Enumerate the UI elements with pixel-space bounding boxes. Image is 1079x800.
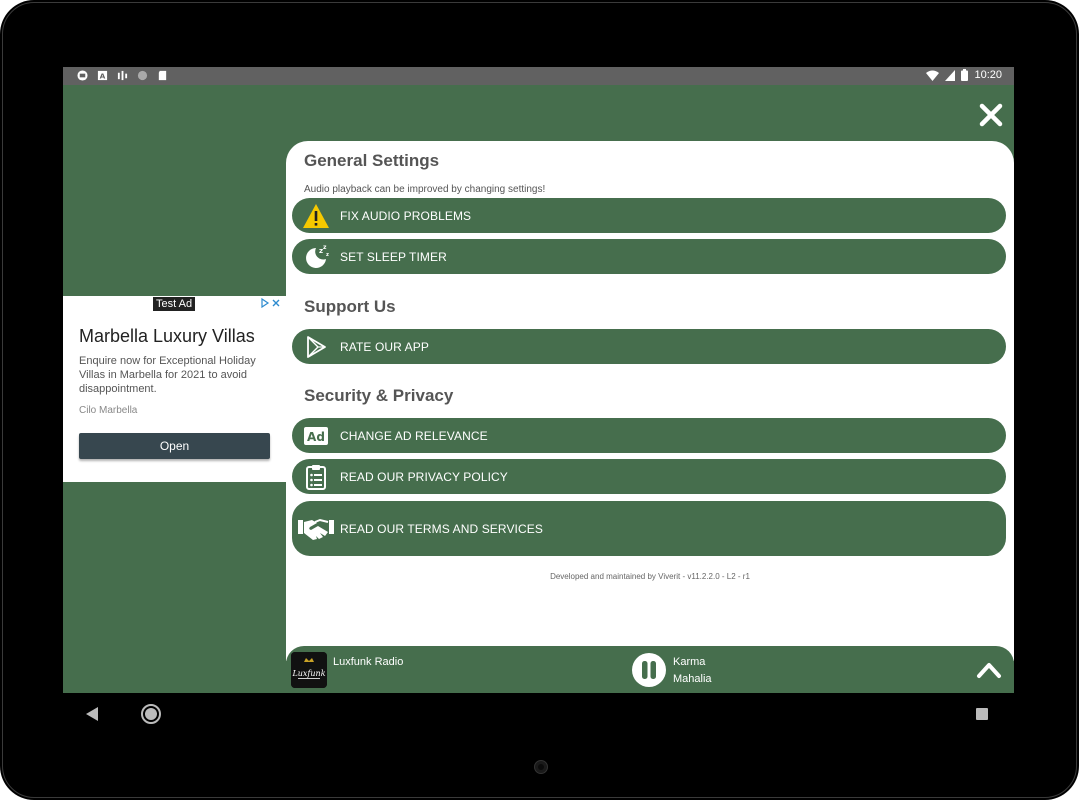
ad-advertiser: Cilo Marbella [79, 405, 138, 416]
test-ad-badge: Test Ad [153, 297, 196, 311]
sleep-timer-button[interactable]: zzz SET SLEEP TIMER [292, 239, 1006, 274]
station-logo[interactable]: Luxfunk [291, 652, 327, 688]
tablet-device: A 10:20 Test Ad Marbella Luxury Villas E… [0, 0, 1079, 800]
recent-apps-icon[interactable] [975, 707, 989, 721]
clipboard-list-icon [302, 463, 330, 491]
app-screen: A 10:20 Test Ad Marbella Luxury Villas E… [63, 67, 1014, 735]
warning-icon [302, 202, 330, 230]
fix-audio-label: FIX AUDIO PROBLEMS [340, 208, 472, 223]
app-icon [77, 70, 88, 81]
ad-choices-icon[interactable] [261, 298, 281, 308]
signal-bars-icon [117, 70, 128, 81]
system-nav-bar [63, 693, 1014, 735]
pause-icon[interactable] [631, 652, 667, 688]
rate-app-button[interactable]: RATE OUR APP [292, 329, 1006, 364]
chevron-up-icon[interactable] [976, 660, 1002, 680]
station-name: Luxfunk Radio [333, 656, 404, 668]
svg-text:A: A [100, 72, 106, 81]
sd-card-icon [158, 70, 167, 81]
svg-text:z: z [326, 252, 329, 258]
play-store-icon [302, 333, 330, 361]
close-icon[interactable] [976, 100, 1006, 130]
status-time: 10:20 [974, 69, 1002, 81]
front-camera [534, 760, 548, 774]
mini-player[interactable]: Luxfunk Luxfunk Radio Karma Mahalia [286, 646, 1014, 693]
ad-relevance-label: CHANGE AD RELEVANCE [340, 428, 488, 443]
back-icon[interactable] [85, 706, 99, 722]
svg-text:Luxfunk: Luxfunk [291, 669, 325, 678]
privacy-policy-button[interactable]: READ OUR PRIVACY POLICY [292, 459, 1006, 494]
general-settings-description: Audio playback can be improved by changi… [304, 184, 546, 195]
rate-app-label: RATE OUR APP [340, 339, 429, 354]
developer-credit: Developed and maintained by Viverit - v1… [550, 572, 750, 581]
security-title: Security & Privacy [304, 386, 454, 405]
privacy-policy-label: READ OUR PRIVACY POLICY [340, 469, 508, 484]
svg-text:z: z [323, 244, 327, 251]
fix-audio-button[interactable]: FIX AUDIO PROBLEMS [292, 198, 1006, 233]
a-icon: A [97, 70, 108, 81]
ad-description: Enquire now for Exceptional Holiday Vill… [79, 355, 256, 395]
status-bar: A 10:20 [63, 67, 1014, 85]
svg-text:Ad: Ad [307, 430, 325, 444]
settings-panel: General Settings Audio playback can be i… [286, 141, 1014, 661]
terms-label: READ OUR TERMS AND SERVICES [340, 521, 543, 536]
track-title: Karma [673, 656, 706, 668]
terms-button[interactable]: READ OUR TERMS AND SERVICES [292, 501, 1006, 556]
track-artist: Mahalia [673, 673, 712, 685]
ad-title[interactable]: Marbella Luxury Villas [79, 326, 255, 347]
wifi-icon [926, 70, 940, 81]
ad-relevance-button[interactable]: Ad CHANGE AD RELEVANCE [292, 418, 1006, 453]
handshake-icon [298, 515, 334, 543]
battery-icon [961, 69, 969, 81]
ad-open-button[interactable]: Open [79, 433, 270, 459]
cell-signal-icon [945, 69, 956, 81]
general-settings-title: General Settings [304, 151, 440, 170]
sleep-moon-icon: zzz [302, 243, 330, 271]
sleep-timer-label: SET SLEEP TIMER [340, 249, 447, 264]
home-icon[interactable] [141, 704, 161, 724]
support-title: Support Us [304, 297, 396, 316]
circle-icon [137, 70, 148, 81]
ad-banner[interactable]: Test Ad Marbella Luxury Villas Enquire n… [63, 296, 286, 482]
ad-icon: Ad [302, 422, 330, 450]
